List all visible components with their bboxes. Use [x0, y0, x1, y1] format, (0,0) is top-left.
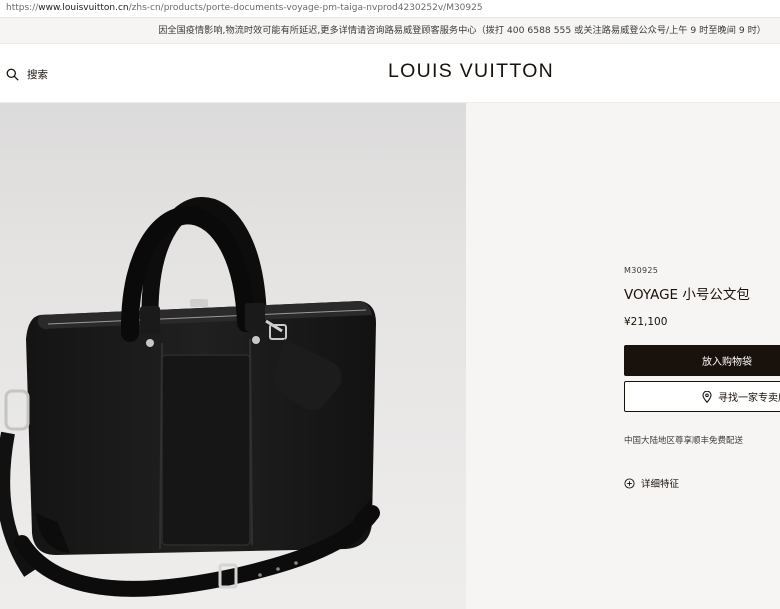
- find-store-label: 寻找一家专卖店: [718, 393, 780, 404]
- shipping-note: 中国大陆地区尊享顺丰免费配送: [624, 436, 744, 446]
- details-label: 详细特征: [641, 479, 680, 490]
- url-prefix: https://: [6, 3, 39, 13]
- url-path: /zhs-cn/products/porte-documents-voyage-…: [128, 3, 483, 13]
- location-pin-icon: [702, 390, 712, 403]
- address-bar[interactable]: https://www.louisvuitton.cn/zhs-cn/produ…: [0, 0, 780, 18]
- search-label: 搜索: [27, 68, 48, 81]
- product-price: ¥21,100: [624, 316, 668, 328]
- product-sku: M30925: [624, 266, 659, 275]
- notice-text: 因全国疫情影响,物流时效可能有所延迟,更多详情请咨询路易威登顾客服务中心（拨打 …: [158, 25, 766, 36]
- site-header: 搜索 LOUIS VUITTON: [0, 44, 780, 103]
- add-to-cart-button[interactable]: 放入购物袋: [624, 345, 780, 376]
- search-button[interactable]: 搜索: [6, 64, 48, 84]
- brand-logo[interactable]: LOUIS VUITTON: [388, 60, 554, 83]
- product-image[interactable]: [0, 103, 466, 609]
- find-store-button[interactable]: 寻找一家专卖店: [624, 381, 780, 412]
- add-to-cart-label: 放入购物袋: [702, 357, 752, 368]
- briefcase-illustration: [0, 197, 380, 597]
- notice-banner: 因全国疫情影响,物流时效可能有所延迟,更多详情请咨询路易威登顾客服务中心（拨打 …: [0, 18, 780, 44]
- url-host: www.louisvuitton.cn: [38, 3, 129, 13]
- details-toggle[interactable]: 详细特征: [624, 476, 679, 490]
- product-info-panel: M30925 VOYAGE 小号公文包 ¥21,100 放入购物袋 寻找一家专卖…: [466, 103, 780, 609]
- product-name: VOYAGE 小号公文包: [624, 287, 750, 303]
- search-icon: [6, 68, 19, 81]
- plus-circle-icon: [624, 477, 635, 489]
